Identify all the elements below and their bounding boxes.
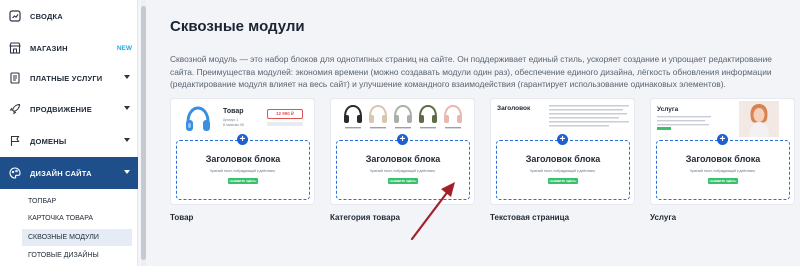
chevron-down-icon[interactable]: [124, 75, 130, 79]
submenu-item-topbar[interactable]: ТОПБАР: [22, 193, 132, 210]
scrollbar-thumb[interactable]: [141, 6, 146, 260]
block-title: Заголовок блока: [205, 154, 281, 164]
sidebar-scrollbar[interactable]: [141, 0, 146, 266]
module-card-label[interactable]: Услуга: [650, 213, 795, 222]
person-photo: [739, 101, 779, 137]
block-subtitle: Краткий текст, побуждающий к действию.: [530, 169, 596, 173]
block-placeholder: Заголовок блока Краткий текст, побуждающ…: [656, 140, 790, 200]
block-subtitle: Краткий текст, побуждающий к действию.: [370, 169, 436, 173]
main-content: Сквозные модули Сквозной модуль — это на…: [150, 0, 800, 266]
preview-header: [331, 99, 474, 139]
block-cta-button[interactable]: НАЖМИТЕ ЗДЕСЬ: [388, 178, 418, 184]
block-cta-button[interactable]: НАЖМИТЕ ЗДЕСЬ: [228, 178, 258, 184]
add-block-icon[interactable]: +: [397, 134, 408, 145]
headphones-image: [186, 106, 210, 131]
headphones-gallery-image: [344, 104, 462, 129]
page-title: Сквозные модули: [170, 18, 305, 35]
block-placeholder: Заголовок блока Краткий текст, побуждающ…: [176, 140, 310, 200]
sidebar-item-label: ДОМЕНЫ: [30, 136, 67, 146]
preview-line: В наличии: 58: [223, 123, 244, 127]
preview-heading: Товар: [223, 108, 244, 115]
preview-header: Заголовок: [491, 99, 634, 139]
module-preview[interactable]: Заголовок + Заголовок блока Краткий текс…: [490, 98, 635, 205]
palette-icon: [8, 166, 22, 180]
preview-line: Артикул: 1: [223, 118, 239, 122]
block-placeholder: Заголовок блока Краткий текст, побуждающ…: [496, 140, 630, 200]
new-badge: NEW: [116, 44, 132, 52]
block-title: Заголовок блока: [525, 154, 601, 164]
text-lines-image: [549, 105, 629, 127]
block-placeholder: Заголовок блока Краткий текст, побуждающ…: [336, 140, 470, 200]
rocket-icon: [8, 102, 22, 116]
page-description: Сквозной модуль — это набор блоков для о…: [170, 54, 772, 89]
sidebar-item-dashboard[interactable]: СВОДКА: [0, 0, 138, 32]
module-card-product-category[interactable]: + Заголовок блока Краткий текст, побужда…: [330, 98, 475, 222]
add-block-icon[interactable]: +: [557, 134, 568, 145]
sidebar-item-domains[interactable]: ДОМЕНЫ: [0, 125, 138, 157]
document-icon: [8, 71, 22, 85]
block-title: Заголовок блока: [365, 154, 441, 164]
preview-bar: [267, 122, 303, 126]
price-badge: 12 990 ₽: [267, 109, 303, 119]
dashboard-icon: [8, 9, 22, 23]
block-cta-button[interactable]: НАЖМИТЕ ЗДЕСЬ: [708, 178, 738, 184]
chevron-down-icon[interactable]: [124, 170, 130, 174]
sidebar-item-label: ПРОДВИЖЕНИЕ: [30, 104, 92, 114]
module-preview[interactable]: Товар Артикул: 1 В наличии: 58 12 990 ₽ …: [170, 98, 315, 205]
module-card-service[interactable]: Услуга + Заголовок блока Краткий текст, …: [650, 98, 795, 222]
submenu-item-product-card[interactable]: КАРТОЧКА ТОВАРА: [22, 210, 132, 227]
module-card-label[interactable]: Товар: [170, 213, 315, 222]
preview-header: Товар Артикул: 1 В наличии: 58 12 990 ₽: [171, 99, 314, 139]
preview-heading: Услуга: [657, 106, 679, 113]
module-preview[interactable]: Услуга + Заголовок блока Краткий текст, …: [650, 98, 795, 205]
sidebar-item-label: МАГАЗИН: [30, 43, 68, 53]
module-preview[interactable]: + Заголовок блока Краткий текст, побужда…: [330, 98, 475, 205]
chevron-down-icon[interactable]: [124, 138, 130, 142]
sidebar: СВОДКА МАГАЗИН NEW ПЛАТНЫЕ УСЛУГИ ПРОДВИ…: [0, 0, 138, 266]
module-card-label[interactable]: Категория товара: [330, 213, 475, 222]
sidebar-item-site-design[interactable]: ДИЗАЙН САЙТА: [0, 157, 138, 189]
flag-icon: [8, 134, 22, 148]
block-title: Заголовок блока: [685, 154, 761, 164]
sidebar-item-promotion[interactable]: ПРОДВИЖЕНИЕ: [0, 93, 138, 125]
add-block-icon[interactable]: +: [717, 134, 728, 145]
block-subtitle: Краткий текст, побуждающий к действию.: [210, 169, 276, 173]
store-icon: [8, 41, 22, 55]
module-card-label[interactable]: Текстовая страница: [490, 213, 635, 222]
sidebar-item-paid-services[interactable]: ПЛАТНЫЕ УСЛУГИ: [0, 62, 138, 94]
module-card-text-page[interactable]: Заголовок + Заголовок блока Краткий текс…: [490, 98, 635, 222]
submenu-item-cross-modules[interactable]: СКВОЗНЫЕ МОДУЛИ: [22, 229, 132, 246]
submenu-item-ready-designs[interactable]: ГОТОВЫЕ ДИЗАЙНЫ: [22, 247, 132, 264]
block-subtitle: Краткий текст, побуждающий к действию.: [690, 169, 756, 173]
sidebar-item-store[interactable]: МАГАЗИН NEW: [0, 32, 138, 64]
preview-header: Услуга: [651, 99, 794, 139]
add-block-icon[interactable]: +: [237, 134, 248, 145]
chevron-down-icon[interactable]: [124, 106, 130, 110]
module-card-product[interactable]: Товар Артикул: 1 В наличии: 58 12 990 ₽ …: [170, 98, 315, 222]
preview-heading: Заголовок: [497, 105, 531, 112]
text-lines-image: [657, 116, 711, 130]
sidebar-item-label: ДИЗАЙН САЙТА: [30, 168, 92, 178]
sidebar-item-label: СВОДКА: [30, 11, 63, 21]
sidebar-item-label: ПЛАТНЫЕ УСЛУГИ: [30, 73, 103, 83]
block-cta-button[interactable]: НАЖМИТЕ ЗДЕСЬ: [548, 178, 578, 184]
